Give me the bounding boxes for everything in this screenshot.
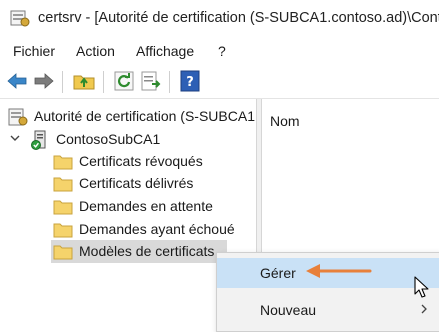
- menu-fichier[interactable]: Fichier: [13, 43, 55, 59]
- export-list-icon[interactable]: [139, 69, 163, 93]
- submenu-arrow-icon: [421, 304, 427, 314]
- folder-icon: [53, 155, 73, 170]
- annotation-arrow-icon: [306, 264, 372, 278]
- tree-folder-issued[interactable]: Certificats délivrés: [53, 173, 253, 195]
- title-bar: certsrv - [Autorité de certification (S-…: [0, 0, 439, 38]
- folder-icon: [53, 200, 73, 215]
- menu-bar: Fichier Action Affichage ?: [0, 40, 439, 64]
- refresh-icon[interactable]: [112, 69, 136, 93]
- tree-folder-templates[interactable]: Modèles de certificats: [53, 241, 233, 263]
- tree-node-ca[interactable]: ContosoSubCA1: [30, 129, 230, 151]
- tree-folder-pending[interactable]: Demandes en attente: [53, 196, 253, 218]
- back-arrow-icon[interactable]: [5, 69, 29, 93]
- svg-text:?: ?: [186, 75, 194, 90]
- context-menu-item-label: Gérer: [260, 265, 296, 281]
- folder-label: Modèles de certificats: [79, 243, 215, 259]
- ca-server-ok-icon: [31, 130, 46, 150]
- help-icon[interactable]: ?: [178, 69, 202, 93]
- tree-folder-revoked[interactable]: Certificats révoqués: [53, 151, 253, 173]
- toolbar-separator: [62, 71, 63, 93]
- folder-label: Certificats révoqués: [79, 153, 203, 169]
- certsrv-app-icon: [10, 10, 30, 27]
- chevron-down-icon[interactable]: [10, 133, 20, 143]
- context-menu-item-nouveau[interactable]: Nouveau: [217, 295, 439, 325]
- certification-authority-icon: [8, 108, 28, 126]
- folder-icon: [53, 223, 73, 238]
- column-header-nom[interactable]: Nom: [270, 113, 300, 129]
- menu-affichage[interactable]: Affichage: [136, 43, 194, 59]
- folder-icon: [53, 245, 73, 260]
- folder-label: Certificats délivrés: [79, 175, 194, 191]
- toolbar-separator: [169, 71, 170, 93]
- up-folder-icon[interactable]: [72, 69, 96, 93]
- tree-ca-label: ContosoSubCA1: [56, 131, 161, 147]
- toolbar-separator: [103, 71, 104, 93]
- toolbar: ?: [0, 64, 439, 99]
- menu-help[interactable]: ?: [218, 43, 226, 59]
- tree-root-ca[interactable]: Autorité de certification (S-SUBCA1.cont…: [8, 106, 332, 128]
- context-menu-item-label: Nouveau: [260, 302, 317, 318]
- forward-arrow-icon[interactable]: [32, 69, 56, 93]
- folder-label: Demandes en attente: [79, 198, 213, 214]
- menu-action[interactable]: Action: [76, 43, 115, 59]
- folder-label: Demandes ayant échoué: [79, 221, 235, 237]
- mouse-cursor-icon: [414, 276, 429, 298]
- window-title: certsrv - [Autorité de certification (S-…: [38, 10, 439, 26]
- folder-icon: [53, 177, 73, 192]
- tree-folder-failed[interactable]: Demandes ayant échoué: [53, 219, 253, 241]
